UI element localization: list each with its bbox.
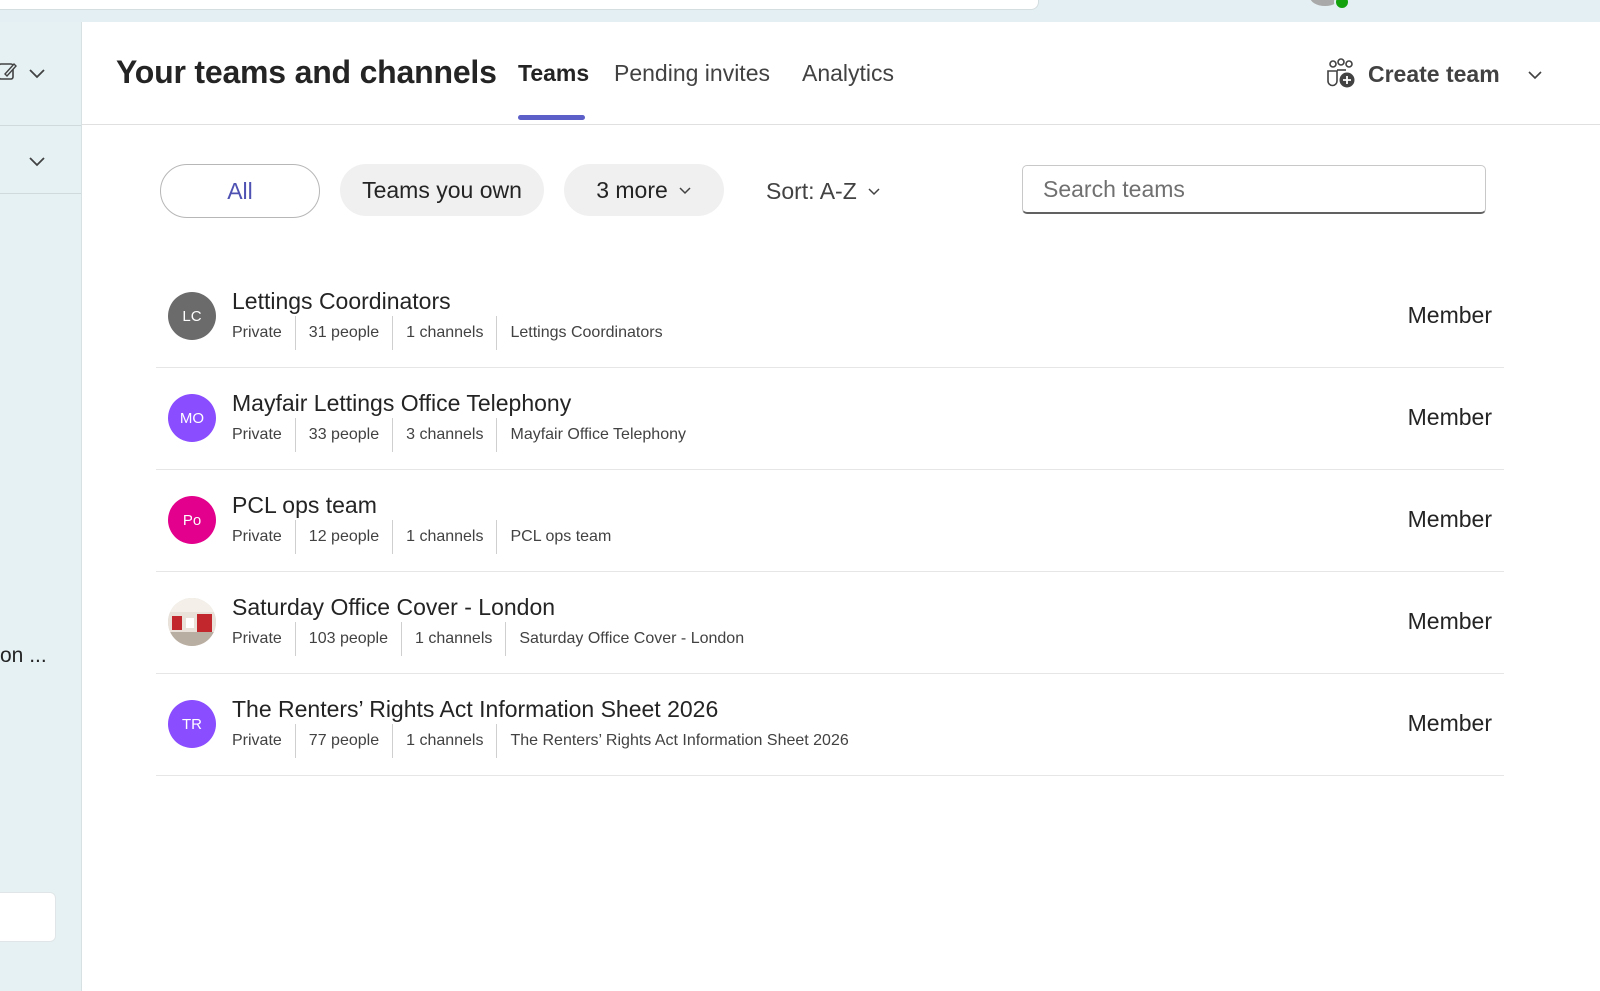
team-meta: Private 12 people 1 channels PCL ops tea… — [232, 520, 624, 554]
team-channel-count: 1 channels — [406, 528, 484, 545]
team-people-count: 12 people — [308, 528, 380, 545]
team-privacy: Private — [232, 732, 282, 749]
main-panel: Your teams and channels Teams Pending in… — [82, 22, 1600, 991]
team-channel-count: 1 channels — [406, 732, 484, 749]
team-avatar: MO — [168, 394, 216, 442]
team-description: PCL ops team — [510, 528, 612, 545]
chevron-down-icon — [679, 187, 691, 195]
team-name: PCL ops team — [232, 492, 377, 518]
team-privacy: Private — [232, 630, 282, 647]
team-privacy: Private — [232, 426, 282, 443]
global-search-bar[interactable] — [0, 0, 1039, 10]
page-header: Your teams and channels Teams Pending in… — [82, 22, 1600, 125]
tab-pending-invites[interactable]: Pending invites — [614, 60, 770, 87]
left-pane-input[interactable] — [0, 892, 56, 942]
team-people-count: 31 people — [308, 324, 380, 341]
team-role: Member — [1407, 302, 1492, 328]
create-team-label: Create team — [1368, 60, 1500, 87]
team-role: Member — [1407, 506, 1492, 532]
sort-label: Sort: A-Z — [766, 177, 857, 204]
search-teams-input[interactable] — [1022, 165, 1486, 214]
team-privacy: Private — [232, 528, 282, 545]
chevron-down-icon[interactable] — [1524, 64, 1546, 86]
filter-more-label: 3 more — [596, 176, 668, 203]
team-avatar: Po — [168, 496, 216, 544]
team-people-count: 77 people — [308, 732, 380, 749]
team-description: Lettings Coordinators — [510, 324, 663, 341]
presence-status-icon — [1334, 0, 1350, 10]
create-team-button[interactable]: Create team — [1324, 56, 1500, 92]
sort-dropdown[interactable]: Sort: A-Z — [766, 174, 881, 208]
left-navigation-pane: on ... — [0, 22, 82, 991]
office-photo-icon — [168, 598, 216, 646]
filter-all-button[interactable]: All — [160, 164, 320, 218]
compose-icon[interactable] — [0, 60, 18, 82]
page-title: Your teams and channels — [116, 54, 497, 90]
team-meta: Private 33 people 3 channels Mayfair Off… — [232, 418, 699, 452]
truncated-list-item[interactable]: on ... — [0, 644, 60, 668]
team-meta: Private 77 people 1 channels The Renters… — [232, 724, 862, 758]
team-channel-count: 1 channels — [414, 630, 493, 647]
team-privacy: Private — [232, 324, 282, 341]
team-role: Member — [1407, 710, 1492, 736]
team-channel-count: 1 channels — [406, 324, 484, 341]
tab-teams[interactable]: Teams — [518, 60, 589, 87]
team-role: Member — [1407, 404, 1492, 430]
team-people-count: 33 people — [308, 426, 380, 443]
active-tab-indicator — [518, 115, 585, 120]
team-role: Member — [1407, 608, 1492, 634]
chevron-down-icon[interactable] — [28, 64, 46, 82]
team-row[interactable]: TR The Renters’ Rights Act Information S… — [156, 674, 1504, 776]
chevron-down-icon[interactable] — [28, 152, 46, 170]
chevron-down-icon — [868, 188, 880, 196]
team-row[interactable]: MO Mayfair Lettings Office Telephony Pri… — [156, 368, 1504, 470]
create-team-icon — [1327, 58, 1355, 88]
team-name: The Renters’ Rights Act Information Shee… — [232, 696, 719, 722]
filter-more-dropdown[interactable]: 3 more — [564, 164, 724, 216]
team-description: Mayfair Office Telephony — [510, 426, 686, 443]
tab-analytics[interactable]: Analytics — [802, 60, 894, 87]
team-row[interactable]: Po PCL ops team Private 12 people 1 chan… — [156, 470, 1504, 572]
team-meta: Private 31 people 1 channels Lettings Co… — [232, 316, 676, 350]
team-people-count: 103 people — [308, 630, 388, 647]
team-avatar: TR — [168, 700, 216, 748]
team-description: The Renters’ Rights Act Information Shee… — [510, 732, 849, 749]
title-bar — [0, 0, 1600, 22]
team-channel-count: 3 channels — [406, 426, 484, 443]
team-row[interactable]: LC Lettings Coordinators Private 31 peop… — [156, 266, 1504, 368]
team-name: Lettings Coordinators — [232, 288, 451, 314]
divider — [0, 125, 81, 126]
divider — [0, 193, 81, 194]
team-avatar: LC — [168, 292, 216, 340]
team-description: Saturday Office Cover - London — [519, 630, 745, 647]
team-name: Saturday Office Cover - London — [232, 594, 556, 620]
team-name: Mayfair Lettings Office Telephony — [232, 390, 572, 416]
filter-teams-you-own-button[interactable]: Teams you own — [340, 164, 544, 216]
team-meta: Private 103 people 1 channels Saturday O… — [232, 622, 757, 656]
team-row[interactable]: Saturday Office Cover - London Private 1… — [156, 572, 1504, 674]
team-avatar-image — [168, 598, 216, 646]
